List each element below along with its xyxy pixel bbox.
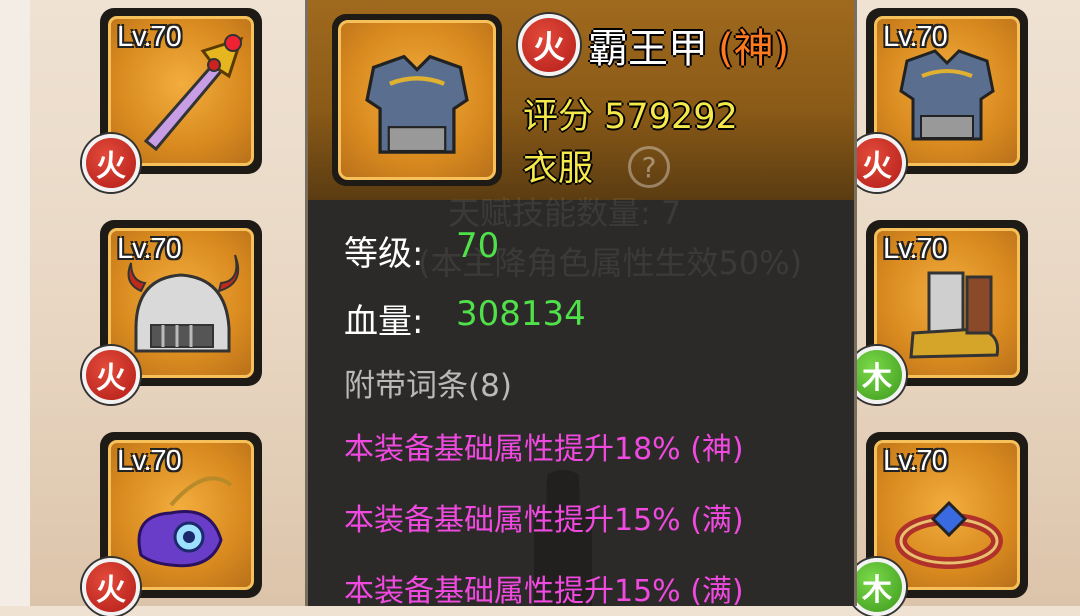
item-level: Lv.70	[117, 445, 182, 477]
item-level: Lv.70	[117, 233, 182, 265]
item-grade: (神)	[718, 26, 790, 72]
item-name: 霸王甲	[588, 26, 708, 72]
help-icon[interactable]: ?	[628, 146, 670, 188]
level-value: 70	[456, 226, 500, 266]
item-icon-frame	[332, 14, 502, 186]
fire-element-icon: 火	[82, 346, 140, 404]
item-tooltip-panel: 天赋技能数量: 7 (本主降角色属性生效50%) 火 霸王甲 (神) 评分 57…	[305, 0, 857, 606]
equip-slot-helmet[interactable]: Lv.70 火	[82, 220, 262, 404]
affix-line: 本装备基础属性提升18% (神)	[344, 432, 744, 467]
item-score: 评分 579292	[523, 88, 738, 139]
score-value: 579292	[604, 97, 738, 137]
equip-slot-ring[interactable]: Lv.70 木	[848, 432, 1028, 616]
hp-value: 308134	[456, 294, 586, 334]
item-title-row: 火 霸王甲 (神)	[518, 14, 789, 76]
equip-slot-armor[interactable]: Lv.70 火	[848, 8, 1028, 192]
affix-header: 附带词条(8)	[344, 368, 512, 404]
item-level: Lv.70	[117, 21, 182, 53]
affix-line: 本装备基础属性提升15% (满)	[344, 574, 744, 606]
equip-slot-amulet[interactable]: Lv.70 火	[82, 432, 262, 616]
fire-element-icon: 火	[518, 14, 580, 76]
slot-frame	[338, 20, 496, 180]
item-level: Lv.70	[883, 21, 948, 53]
item-level: Lv.70	[883, 445, 948, 477]
item-level: Lv.70	[883, 233, 948, 265]
hp-label: 血量:	[344, 302, 424, 342]
equip-slot-weapon[interactable]: Lv.70 火	[82, 8, 262, 192]
armor-icon	[365, 54, 469, 154]
fire-element-icon: 火	[82, 134, 140, 192]
affix-line: 本装备基础属性提升15% (满)	[344, 503, 744, 538]
item-category: 衣服	[523, 149, 594, 189]
level-label: 等级:	[344, 234, 424, 274]
screen-edge	[0, 0, 30, 606]
fire-element-icon: 火	[82, 558, 140, 616]
equip-slot-boots[interactable]: Lv.70 木	[848, 220, 1028, 404]
score-label: 评分	[523, 97, 594, 137]
